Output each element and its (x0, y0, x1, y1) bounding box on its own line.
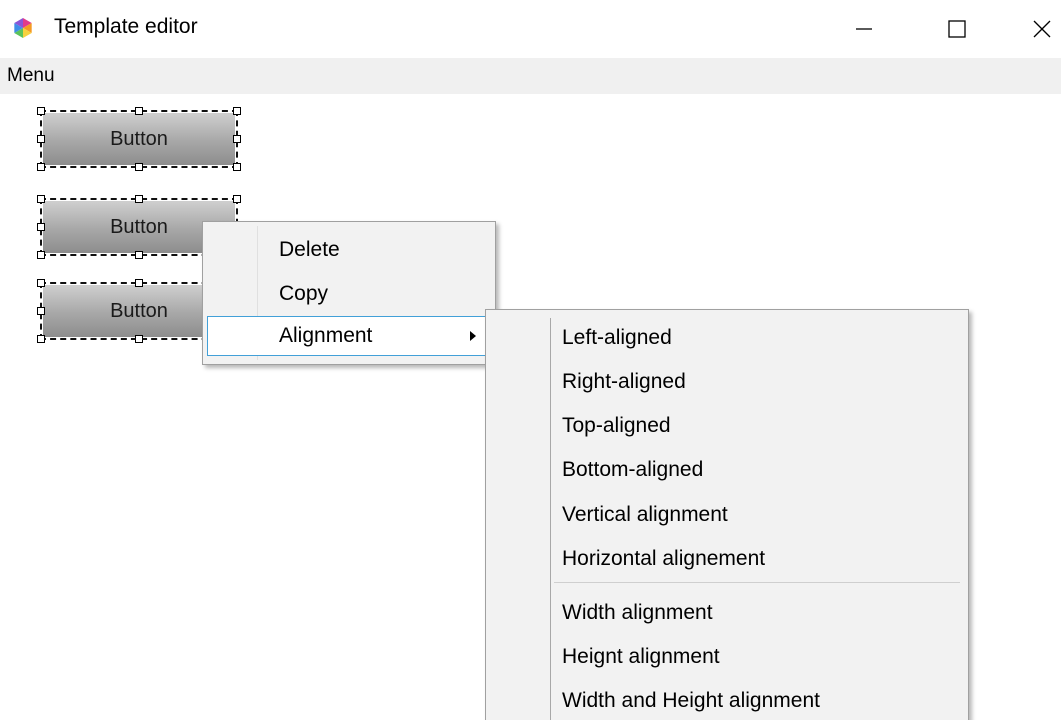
menu-item-label: Delete (279, 238, 340, 261)
submenu-item-top-aligned[interactable]: Top-aligned (562, 414, 671, 438)
close-button[interactable] (1016, 0, 1061, 58)
resize-handle[interactable] (233, 135, 241, 143)
context-menu-item-delete[interactable]: Delete (207, 230, 491, 270)
design-button-1[interactable]: Button (37, 107, 241, 171)
resize-handle[interactable] (233, 107, 241, 115)
title-bar: Template editor (0, 0, 1061, 58)
selection-frame (40, 110, 238, 168)
resize-handle[interactable] (37, 107, 45, 115)
submenu-item-height-alignment[interactable]: Heignt alignment (562, 645, 720, 669)
alignment-submenu: Left-aligned Right-aligned Top-aligned B… (485, 309, 969, 720)
resize-handle[interactable] (37, 195, 45, 203)
resize-handle[interactable] (37, 223, 45, 231)
submenu-item-width-alignment[interactable]: Width alignment (562, 601, 713, 625)
context-menu-item-copy[interactable]: Copy (207, 274, 491, 314)
resize-handle[interactable] (37, 279, 45, 287)
context-menu: Delete Copy Alignment (202, 221, 496, 365)
submenu-item-bottom-aligned[interactable]: Bottom-aligned (562, 458, 703, 482)
resize-handle[interactable] (233, 163, 241, 171)
menu-item-menu[interactable]: Menu (7, 65, 55, 87)
resize-handle[interactable] (37, 307, 45, 315)
resize-handle[interactable] (233, 195, 241, 203)
resize-handle[interactable] (37, 135, 45, 143)
maximize-button[interactable] (931, 0, 983, 58)
submenu-item-left-aligned[interactable]: Left-aligned (562, 326, 672, 350)
menu-gutter (550, 318, 551, 720)
submenu-arrow-icon (470, 331, 476, 341)
minimize-icon (856, 28, 872, 30)
resize-handle[interactable] (135, 163, 143, 171)
resize-handle[interactable] (37, 163, 45, 171)
menu-separator (554, 582, 960, 583)
resize-handle[interactable] (135, 251, 143, 259)
resize-handle[interactable] (135, 279, 143, 287)
resize-handle[interactable] (135, 335, 143, 343)
resize-handle[interactable] (37, 251, 45, 259)
resize-handle[interactable] (135, 195, 143, 203)
close-icon (1033, 20, 1051, 38)
menu-bar: Menu (0, 58, 1061, 94)
submenu-item-horizontal-alignment[interactable]: Horizontal alignement (562, 547, 765, 571)
app-logo-icon (14, 18, 32, 38)
window-title: Template editor (54, 15, 198, 38)
menu-item-label: Copy (279, 282, 329, 305)
maximize-icon (948, 20, 966, 38)
resize-handle[interactable] (37, 335, 45, 343)
minimize-button[interactable] (838, 0, 890, 58)
resize-handle[interactable] (135, 107, 143, 115)
context-menu-item-alignment[interactable]: Alignment (207, 316, 491, 356)
menu-item-label: Alignment (279, 324, 373, 347)
submenu-item-width-height-alignment[interactable]: Width and Height alignment (562, 689, 820, 713)
submenu-item-vertical-alignment[interactable]: Vertical alignment (562, 503, 728, 527)
submenu-item-right-aligned[interactable]: Right-aligned (562, 370, 686, 394)
